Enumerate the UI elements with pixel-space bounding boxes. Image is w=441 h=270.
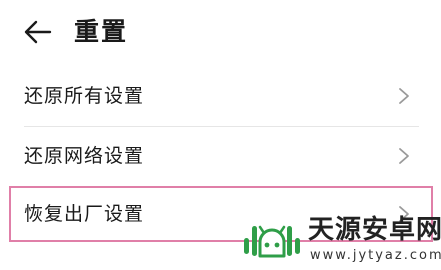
menu-item-label: 恢复出厂设置 [24, 203, 145, 225]
menu-item-label: 还原网络设置 [24, 145, 145, 167]
arrow-left-icon[interactable] [22, 18, 52, 46]
chevron-right-icon [399, 88, 409, 104]
watermark-url: www.jytyaz.com [310, 248, 441, 263]
header: 重置 [0, 0, 441, 64]
page-title: 重置 [74, 17, 129, 46]
reset-network-settings-item[interactable]: 还原网络设置 [0, 126, 441, 186]
menu-item-label: 还原所有设置 [24, 85, 145, 107]
watermark: 天源安卓网 www.jytyaz.com [240, 212, 441, 266]
chevron-right-icon [399, 148, 409, 164]
android-logo-icon [244, 225, 300, 258]
watermark-name: 天源安卓网 [308, 215, 441, 245]
reset-all-settings-item[interactable]: 还原所有设置 [0, 66, 441, 126]
